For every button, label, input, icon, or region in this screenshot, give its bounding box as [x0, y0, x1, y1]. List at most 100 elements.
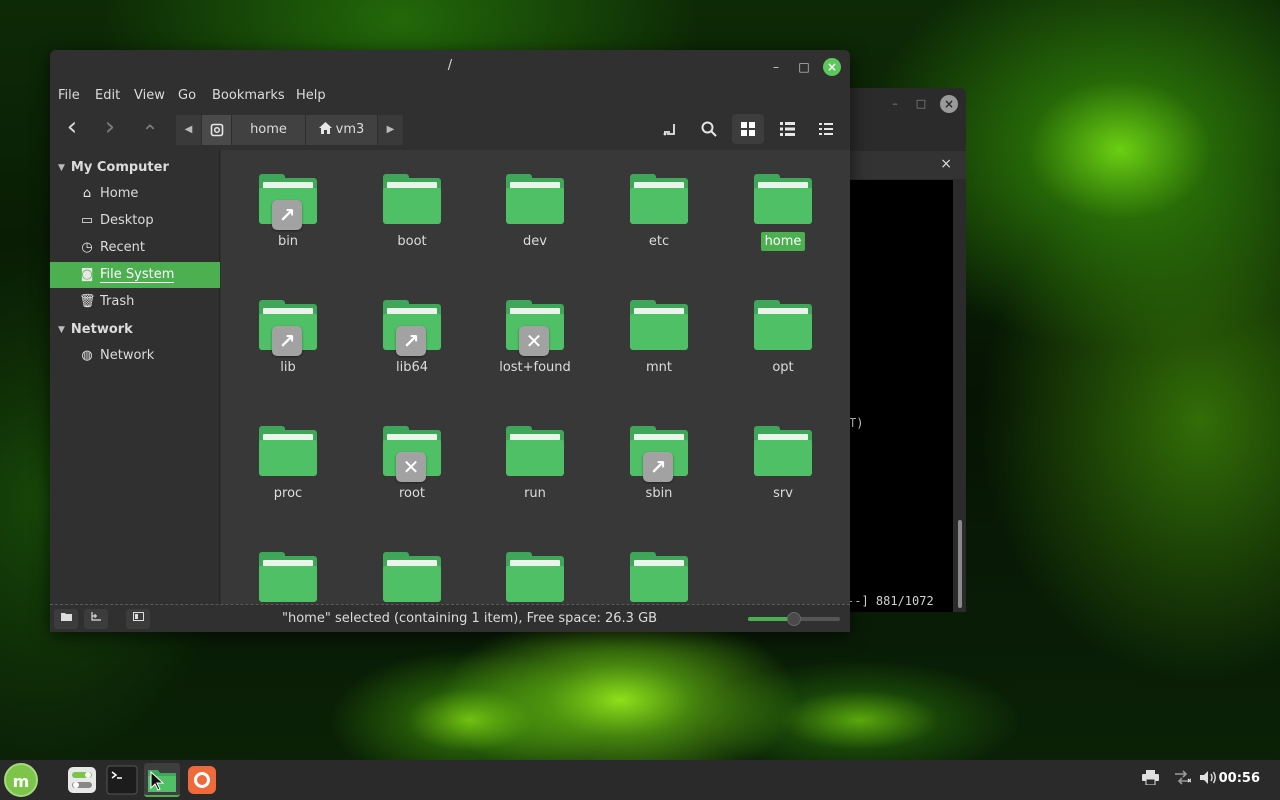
home-icon [318, 122, 332, 134]
show-tree-button[interactable] [84, 609, 108, 629]
show-places-button[interactable] [54, 609, 78, 629]
folder-item[interactable]: dev [485, 170, 585, 280]
folder-icon [383, 174, 441, 224]
list-view-icon [779, 122, 795, 136]
menu-edit[interactable]: Edit [95, 88, 120, 103]
file-view[interactable]: ↗ bin boot dev etc home ↗ lib ↗ lib64 ✕ lost+found m… [221, 150, 850, 604]
taskbar-terminal[interactable] [104, 763, 140, 797]
folder-label: srv [773, 486, 793, 501]
sidebar-item-recent[interactable]: ◷ Recent [50, 235, 220, 261]
taskbar-files[interactable] [144, 763, 180, 797]
close-button[interactable]: × [823, 58, 841, 76]
window-title: / [447, 58, 453, 73]
hide-sidebar-button[interactable] [126, 609, 150, 629]
network-icon: ◍ [81, 348, 93, 363]
terminal-scrollbar[interactable] [953, 180, 966, 612]
search-button[interactable] [693, 114, 725, 144]
sidebar-heading: My Computer [70, 160, 169, 175]
menu-button[interactable]: m [4, 763, 38, 797]
expand-arrow-icon: ▼ [58, 163, 65, 173]
folder-item[interactable] [609, 548, 709, 604]
sidebar-section-my-computer[interactable]: ▼ My Computer [58, 160, 169, 175]
maximize-button[interactable]: □ [795, 58, 813, 76]
folder-item[interactable]: run [485, 422, 585, 532]
breadcrumb-scroll-right[interactable]: ▶ [378, 115, 404, 145]
folder-item[interactable]: srv [733, 422, 833, 532]
breadcrumb-vm3[interactable]: vm3 [306, 115, 378, 145]
folder-label: etc [648, 234, 670, 249]
sidebar-section-network[interactable]: ▼ Network [58, 322, 133, 337]
minimize-button[interactable]: – [767, 58, 785, 76]
folder-item[interactable]: proc [238, 422, 338, 532]
folder-item[interactable] [362, 548, 462, 604]
terminal-tab-bar[interactable]: × [849, 151, 966, 179]
sidebar-item-label: Home [100, 186, 139, 201]
file-manager-window: / – □ × File Edit View Go Bookmarks Help… [50, 50, 850, 632]
folder-icon [259, 552, 317, 602]
settings-app-icon [68, 767, 96, 793]
folder-item[interactable]: opt [733, 296, 833, 406]
terminal-close-button[interactable]: × [940, 95, 958, 113]
trash-icon: 🗑 [79, 294, 96, 309]
folder-icon [754, 426, 812, 476]
folder-item[interactable]: ↗ lib64 [362, 296, 462, 406]
terminal-minimize-button[interactable]: – [887, 96, 903, 112]
sidebar-item-network[interactable]: ◍ Network [50, 343, 220, 369]
folder-icon [754, 174, 812, 224]
folder-item[interactable]: boot [362, 170, 462, 280]
folder-item[interactable]: ↗ lib [238, 296, 338, 406]
breadcrumb-home[interactable]: home [232, 115, 306, 145]
folder-label: root [398, 486, 426, 501]
volume-icon[interactable] [1200, 770, 1218, 789]
taskbar-settings[interactable] [64, 763, 100, 797]
sidebar: ▼ My Computer ⌂ Home ▭ Desktop ◷ Recent ◙ Fil… [50, 150, 220, 604]
breadcrumb-filesystem[interactable] [202, 115, 232, 145]
list-view-button[interactable] [771, 114, 803, 144]
clock[interactable]: 00:56 [1219, 771, 1260, 786]
folder-item[interactable]: ✕ lost+found [485, 296, 585, 406]
terminal-maximize-button[interactable]: □ [913, 96, 929, 112]
expand-arrow-icon: ▼ [58, 325, 65, 335]
folder-label: run [524, 486, 546, 501]
up-button[interactable]: ⌃ [134, 114, 166, 144]
sidebar-item-file-system[interactable]: ◙ File System [50, 262, 220, 288]
zoom-slider-handle[interactable] [787, 612, 801, 626]
network-status-icon[interactable] [1174, 770, 1192, 789]
back-button[interactable]: ‹ [56, 114, 88, 144]
menu-bookmarks[interactable]: Bookmarks [212, 88, 285, 103]
folder-icon [506, 174, 564, 224]
terminal-tab-close-button[interactable]: × [940, 156, 952, 172]
folder-item[interactable]: ✕ root [362, 422, 462, 532]
menu-help[interactable]: Help [296, 88, 326, 103]
zoom-slider[interactable] [748, 612, 840, 626]
folder-item[interactable]: etc [609, 170, 709, 280]
menu-bar: File Edit View Go Bookmarks Help [50, 82, 850, 110]
compact-view-button[interactable] [810, 114, 842, 144]
terminal-output[interactable]: T) --] 881/1072 [847, 180, 953, 612]
folder-item[interactable]: home [733, 170, 833, 280]
icon-view-button[interactable] [732, 114, 764, 144]
menu-go[interactable]: Go [178, 88, 196, 103]
terminal-titlebar[interactable]: – □ × [849, 88, 966, 120]
folder-item[interactable]: ↗ bin [238, 170, 338, 280]
sidebar-item-label: Trash [100, 294, 135, 309]
terminal-window[interactable]: – □ × × T) --] 881/1072 [847, 88, 966, 612]
breadcrumb-label: vm3 [335, 122, 365, 137]
taskbar-firefox[interactable] [184, 763, 220, 797]
breadcrumb-scroll-left[interactable]: ◀ [176, 115, 202, 145]
menu-file[interactable]: File [58, 88, 80, 103]
folder-item[interactable] [485, 548, 585, 604]
forward-button[interactable]: › [94, 114, 126, 144]
sidebar-item-trash[interactable]: 🗑 Trash [50, 289, 220, 315]
printer-icon[interactable] [1142, 770, 1159, 789]
open-terminal-button[interactable] [654, 114, 686, 144]
folder-item[interactable]: mnt [609, 296, 709, 406]
menu-view[interactable]: View [134, 88, 165, 103]
titlebar[interactable]: / – □ × [50, 50, 850, 82]
scrollbar-thumb[interactable] [958, 520, 962, 608]
mouse-cursor-icon [150, 771, 165, 791]
sidebar-item-home[interactable]: ⌂ Home [50, 181, 220, 207]
folder-item[interactable]: ↗ sbin [609, 422, 709, 532]
sidebar-item-desktop[interactable]: ▭ Desktop [50, 208, 220, 234]
folder-item[interactable] [238, 548, 338, 604]
